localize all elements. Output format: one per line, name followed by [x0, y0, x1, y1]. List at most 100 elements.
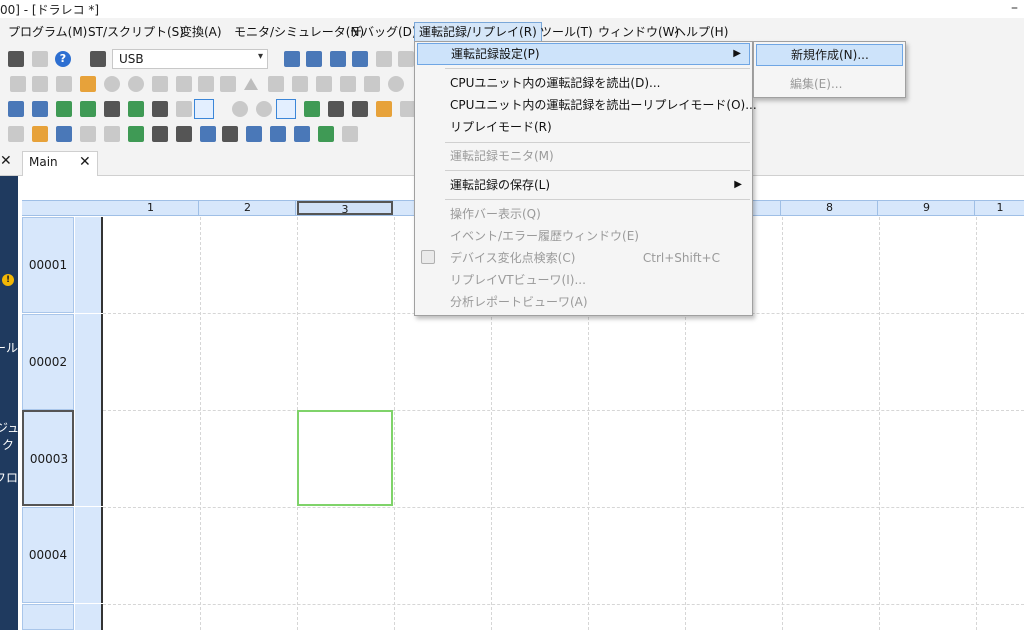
help-icon[interactable]: ? — [55, 51, 71, 67]
menu-item-operation-record-settings[interactable]: 運転記録設定(P) ▶ — [417, 43, 750, 65]
nav-item-text[interactable]: ジュ — [0, 419, 18, 436]
data-icon[interactable] — [152, 126, 168, 142]
menu-st-script[interactable]: ST/スクリプト(S) — [84, 22, 188, 42]
grid-line — [879, 217, 880, 630]
label-icon[interactable] — [152, 101, 168, 117]
key-icon[interactable] — [32, 126, 48, 142]
skip-forward-icon[interactable] — [340, 76, 356, 92]
fit-width-icon[interactable] — [276, 99, 296, 119]
stop-icon[interactable] — [176, 76, 192, 92]
minimize-button[interactable]: – — [1011, 0, 1018, 16]
menu-program[interactable]: プログラム(M) — [4, 22, 91, 42]
row-header[interactable]: 00001 — [22, 217, 74, 313]
row-header[interactable] — [22, 604, 74, 630]
online-icon[interactable] — [10, 76, 26, 92]
row-header[interactable]: 00004 — [22, 507, 74, 603]
grid-line — [103, 604, 1024, 605]
menu-item-replay-vt-viewer[interactable]: リプレイVTビューワ(I)... — [417, 269, 750, 291]
step-up-icon[interactable] — [244, 78, 258, 90]
module-icon[interactable] — [104, 126, 120, 142]
contact-nc-icon[interactable] — [32, 101, 48, 117]
menu-operation-record-replay[interactable]: 運転記録/リプレイ(R) — [414, 22, 542, 42]
chevron-down-icon: ▾ — [257, 51, 263, 62]
row-header-selected[interactable]: 00003 — [22, 410, 74, 506]
function-block-icon[interactable] — [128, 101, 144, 117]
unit-icon[interactable] — [80, 126, 96, 142]
play-icon[interactable] — [152, 76, 168, 92]
close-icon[interactable]: ✕ — [79, 154, 91, 170]
warning-flag-icon[interactable] — [80, 76, 96, 92]
menu-item-replay-mode[interactable]: リプレイモード(R) — [417, 116, 750, 138]
monitor-icon[interactable] — [318, 126, 334, 142]
transfer-to-plc-icon[interactable] — [284, 51, 300, 67]
next-icon[interactable] — [364, 76, 380, 92]
cpu-icon[interactable] — [222, 126, 238, 142]
pause-icon[interactable] — [198, 76, 214, 92]
link-icon[interactable] — [294, 126, 310, 142]
menu-item-edit[interactable]: 編集(E)... — [756, 73, 903, 95]
tab-main[interactable]: Main ✕ — [22, 151, 98, 176]
connection-icon[interactable] — [90, 51, 106, 67]
contact-no-icon[interactable] — [8, 101, 24, 117]
view-toggle-icon[interactable] — [304, 101, 320, 117]
menu-item-show-operation-bar[interactable]: 操作バー表示(Q) — [417, 203, 750, 225]
menu-item-device-change-search[interactable]: デバイス変化点検索(C) Ctrl+Shift+C — [417, 247, 750, 269]
menu-item-new[interactable]: 新規作成(N)... — [756, 44, 903, 66]
hmi-icon[interactable] — [270, 126, 286, 142]
menu-item-save-record[interactable]: 運転記録の保存(L) ▶ — [417, 174, 750, 196]
nav-item-text[interactable]: ール — [0, 339, 18, 356]
menu-item-read-record-replay[interactable]: CPUユニット内の運転記録を読出ーリプレイモード(O)... — [417, 94, 757, 116]
device-icon[interactable] — [200, 126, 216, 142]
zoom-in-icon[interactable] — [232, 101, 248, 117]
record-icon[interactable] — [104, 76, 120, 92]
zoom-out-icon[interactable] — [256, 101, 272, 117]
menu-item-record-monitor[interactable]: 運転記録モニタ(M) — [417, 145, 750, 167]
nav-item-text[interactable]: フロ — [0, 469, 18, 486]
project-icon[interactable] — [8, 126, 24, 142]
row-header[interactable]: 00002 — [22, 314, 74, 410]
menu-debug[interactable]: デバッグ(D) — [346, 22, 421, 42]
timer-stop-icon[interactable] — [56, 76, 72, 92]
submenu-arrow-icon: ▶ — [733, 48, 741, 59]
coil-icon[interactable] — [56, 101, 72, 117]
record-2-icon[interactable] — [128, 76, 144, 92]
menu-convert[interactable]: 変換(A) — [176, 22, 226, 42]
network-icon[interactable] — [56, 126, 72, 142]
instruction-icon[interactable] — [104, 101, 120, 117]
row-number: 00002 — [28, 355, 68, 369]
menu-tools[interactable]: ツール(T) — [536, 22, 597, 42]
memory-icon[interactable] — [176, 126, 192, 142]
nav-item-text[interactable]: ク — [2, 436, 14, 453]
io-map-icon[interactable] — [128, 126, 144, 142]
comment-icon[interactable] — [176, 101, 192, 117]
list-view-icon[interactable] — [352, 101, 368, 117]
window-icon[interactable] — [342, 126, 358, 142]
book-icon[interactable] — [376, 101, 392, 117]
transfer-from-plc-icon[interactable] — [306, 51, 322, 67]
step-down-icon[interactable] — [316, 76, 332, 92]
left-power-rail — [75, 604, 103, 630]
close-icon[interactable]: ✕ — [0, 153, 12, 169]
menu-item-read-record[interactable]: CPUユニット内の運転記録を読出(D)... — [417, 72, 750, 94]
coil-nc-icon[interactable] — [80, 101, 96, 117]
selected-tool-icon[interactable] — [194, 99, 214, 119]
connection-select[interactable]: USB ▾ — [112, 49, 268, 69]
check-icon[interactable] — [388, 76, 404, 92]
globe-icon[interactable] — [246, 126, 262, 142]
replace-icon[interactable] — [398, 51, 414, 67]
menu-help[interactable]: ヘルプ(H) — [670, 22, 732, 42]
step-forward-icon[interactable] — [292, 76, 308, 92]
step-back-icon[interactable] — [268, 76, 284, 92]
column-number: 1 — [996, 201, 1004, 214]
menu-item-event-error-history[interactable]: イベント/エラー履歴ウィンドウ(E) — [417, 225, 750, 247]
verify-icon[interactable] — [352, 51, 368, 67]
table-view-icon[interactable] — [328, 101, 344, 117]
skip-back-icon[interactable] — [220, 76, 236, 92]
find-icon[interactable] — [376, 51, 392, 67]
print-preview-icon[interactable] — [32, 51, 48, 67]
cursor-cell[interactable] — [297, 410, 393, 506]
menu-item-analysis-report-viewer[interactable]: 分析レポートビューワ(A) — [417, 291, 750, 313]
print-icon[interactable] — [8, 51, 24, 67]
timer-icon[interactable] — [32, 76, 48, 92]
compare-icon[interactable] — [330, 51, 346, 67]
